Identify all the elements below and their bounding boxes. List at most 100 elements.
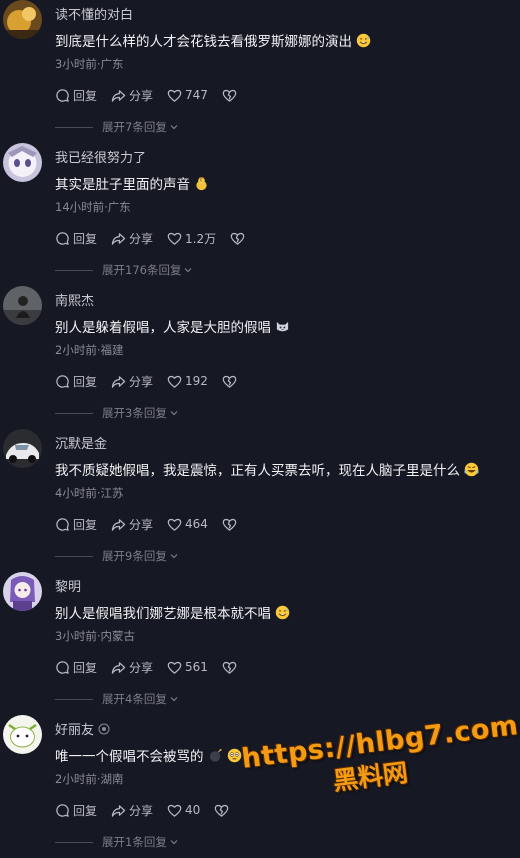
divider-line — [55, 841, 93, 843]
reply-button[interactable]: 回复 — [55, 230, 97, 247]
comment-text: 唯一一个假唱不会被骂的 — [55, 745, 242, 765]
broken-heart-icon — [215, 804, 229, 817]
heart-icon — [167, 89, 182, 102]
expand-replies-button[interactable]: 展开176条回复 — [55, 262, 193, 278]
chevron-down-icon — [170, 125, 178, 130]
broken-heart-icon — [222, 518, 237, 531]
comment-meta: 2小时前·湖南 — [55, 772, 124, 786]
username[interactable]: 我已经很努力了 — [55, 147, 146, 166]
comment-actions: 回复 分享 40 — [55, 801, 243, 819]
reply-icon — [56, 803, 69, 817]
broken-heart-icon — [222, 661, 237, 674]
expand-replies-button[interactable]: 展开1条回复 — [55, 834, 179, 850]
share-icon — [111, 518, 126, 531]
chevron-down-icon — [170, 840, 178, 845]
like-count: 464 — [185, 517, 208, 531]
broken-heart-icon — [230, 232, 245, 245]
comment-meta: 2小时前·福建 — [55, 343, 124, 357]
comment-item: 我已经很努力了 其实是肚子里面的声音 14小时前·广东 回复 分享 1.2万 展… — [0, 143, 520, 286]
reply-button[interactable]: 回复 — [55, 802, 97, 819]
dislike-button[interactable] — [222, 88, 237, 103]
like-button[interactable]: 747 — [167, 88, 208, 103]
like-button[interactable]: 192 — [167, 374, 208, 389]
reply-button[interactable]: 回复 — [55, 87, 97, 104]
username[interactable]: 沉默是金 — [55, 433, 107, 452]
cat-emoji-icon — [276, 321, 289, 332]
share-button[interactable]: 分享 — [111, 659, 153, 676]
verified-badge-icon — [98, 723, 110, 735]
share-button[interactable]: 分享 — [111, 802, 153, 819]
broken-heart-icon — [222, 89, 237, 102]
comment-text: 我不质疑她假唱，我是震惊，正有人买票去听，现在人脑子里是什么 — [55, 459, 479, 479]
comment-text: 别人是假唱我们娜艺娜是根本就不唱 — [55, 602, 290, 622]
divider-line — [55, 555, 93, 557]
divider-line — [55, 269, 93, 271]
share-icon — [111, 804, 126, 817]
chick-emoji-icon — [196, 177, 207, 191]
share-button[interactable]: 分享 — [111, 230, 153, 247]
comment-item: 读不懂的对白 到底是什么样的人才会花钱去看俄罗斯娜娜的演出 3小时前·广东 回复… — [0, 0, 520, 143]
comment-meta: 4小时前·江苏 — [55, 486, 124, 500]
comment-meta: 14小时前·广东 — [55, 200, 131, 214]
chevron-down-icon — [185, 268, 192, 273]
username[interactable]: 南熙杰 — [55, 290, 94, 309]
avatar[interactable] — [3, 0, 42, 39]
share-button[interactable]: 分享 — [111, 373, 153, 390]
like-button[interactable]: 561 — [167, 660, 208, 675]
username[interactable]: 黎明 — [55, 576, 81, 595]
chevron-down-icon — [170, 554, 178, 559]
username[interactable]: 好丽友 — [55, 719, 110, 738]
heart-icon — [167, 375, 182, 388]
like-button[interactable]: 464 — [167, 517, 208, 532]
expand-replies-button[interactable]: 展开4条回复 — [55, 691, 179, 707]
comment-actions: 回复 分享 747 — [55, 86, 251, 104]
flushed-emoji-icon — [227, 748, 241, 763]
like-count: 747 — [185, 88, 208, 102]
comment-item: 南熙杰 别人是躲着假唱，人家是大胆的假唱 2小时前·福建 回复 分享 192 展… — [0, 286, 520, 429]
comment-actions: 回复 分享 464 — [55, 515, 251, 533]
heart-icon — [167, 661, 182, 674]
share-button[interactable]: 分享 — [111, 87, 153, 104]
comment-meta: 3小时前·广东 — [55, 57, 124, 71]
expand-replies-button[interactable]: 展开3条回复 — [55, 405, 179, 421]
reply-button[interactable]: 回复 — [55, 659, 97, 676]
comment-text: 其实是肚子里面的声音 — [55, 173, 209, 193]
comment-meta: 3小时前·内蒙古 — [55, 629, 135, 643]
like-count: 1.2万 — [185, 231, 217, 246]
rofl-emoji-icon — [464, 462, 479, 477]
dislike-button[interactable] — [222, 517, 237, 532]
avatar[interactable] — [3, 572, 42, 611]
divider-line — [55, 698, 93, 700]
avatar[interactable] — [3, 429, 42, 468]
comment-text: 到底是什么样的人才会花钱去看俄罗斯娜娜的演出 — [55, 30, 371, 50]
broken-heart-icon — [222, 375, 237, 388]
comment-actions: 回复 分享 1.2万 — [55, 229, 259, 247]
share-button[interactable]: 分享 — [111, 516, 153, 533]
dislike-button[interactable] — [222, 660, 237, 675]
dislike-button[interactable] — [214, 803, 229, 818]
avatar[interactable] — [3, 143, 42, 182]
dislike-button[interactable] — [222, 374, 237, 389]
reply-button[interactable]: 回复 — [55, 373, 97, 390]
avatar[interactable] — [3, 286, 42, 325]
expand-replies-button[interactable]: 展开9条回复 — [55, 548, 179, 564]
like-count: 192 — [185, 374, 208, 388]
like-button[interactable]: 1.2万 — [167, 230, 216, 247]
like-count: 561 — [185, 660, 208, 674]
comment-item: 黎明 别人是假唱我们娜艺娜是根本就不唱 3小时前·内蒙古 回复 分享 561 展… — [0, 572, 520, 715]
divider-line — [55, 412, 93, 414]
reply-button[interactable]: 回复 — [55, 516, 97, 533]
avatar[interactable] — [3, 715, 42, 754]
reply-icon — [56, 374, 69, 388]
username[interactable]: 读不懂的对白 — [55, 4, 133, 23]
like-button[interactable]: 40 — [167, 803, 200, 818]
chevron-down-icon — [170, 411, 178, 416]
sweat-smile-emoji-icon — [275, 605, 290, 620]
share-icon — [111, 89, 126, 102]
chevron-down-icon — [170, 697, 178, 702]
bomb-emoji-icon — [209, 748, 222, 762]
sweat-smile-emoji-icon — [356, 33, 371, 48]
reply-icon — [56, 517, 69, 531]
dislike-button[interactable] — [230, 231, 245, 246]
expand-replies-button[interactable]: 展开7条回复 — [55, 119, 179, 135]
